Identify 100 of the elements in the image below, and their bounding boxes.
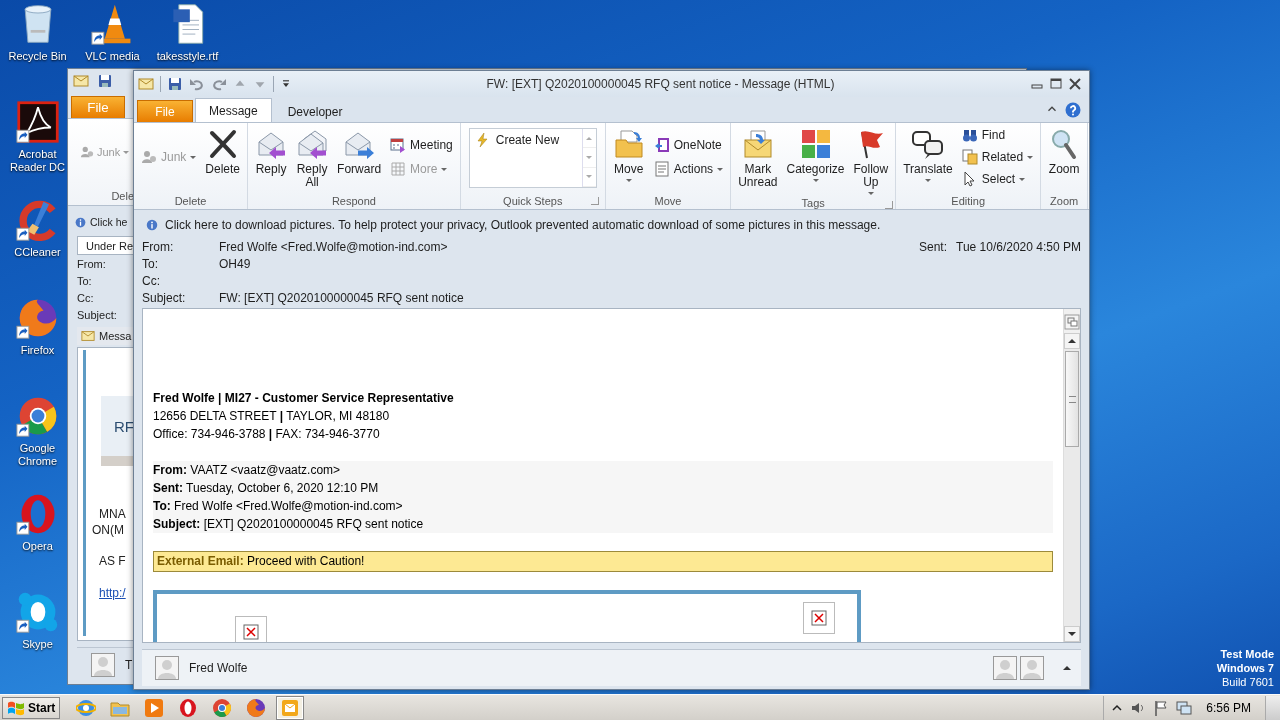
field-value: Tue 10/6/2020 4:50 PM [956,239,1081,254]
field-label: From: [142,239,175,254]
caret-icon [190,155,197,159]
window-title: FW: [EXT] Q2020100000045 RFQ sent notice - Message (HTML) [485,77,836,91]
caret-icon [867,192,874,195]
header-line: Subject: [EXT] Q2020100000045 RFQ sent notice [153,516,425,533]
flag-icon[interactable] [1154,700,1169,716]
signature-line: Fred Wolfe | MI27 - Customer Service Representative [153,390,455,407]
dialog-launcher-icon[interactable] [590,197,599,205]
info-text[interactable]: Click he [90,216,128,228]
ribbon-button[interactable]: OneNote [650,135,727,155]
envelope-icon [280,698,301,718]
ribbon-button[interactable]: Zoom [1045,126,1084,186]
ribbon-button[interactable]: Related [958,148,1037,166]
reading-pane-tab[interactable]: Messa [77,327,134,345]
caret-icon [625,179,632,182]
bubble-icon [15,590,60,634]
expand-icon[interactable] [1063,666,1071,670]
body-text: AS F [99,553,127,569]
field-label: Subject: [142,290,187,305]
group-label: Dele [111,190,134,202]
person-icon [80,145,94,159]
icon-label: takesstyle.rtf [155,50,220,63]
binoculars-icon [961,127,978,143]
scroll-thumb[interactable] [1065,351,1079,447]
link[interactable]: http:/ [99,586,126,600]
tab[interactable]: Developer [273,100,357,122]
squiggle-icon [15,100,60,144]
signature-line: 12656 DELTA STREET | TAYLOR, MI 48180 [153,408,391,425]
system-text: Build 7601 [1222,675,1274,689]
field-label: Cc: [142,273,161,288]
envelopes-arrow-icon [296,128,329,160]
maximize-icon[interactable] [1048,76,1064,92]
system-text: Windows 7 [1216,661,1274,675]
save-icon[interactable] [167,76,183,92]
caret-icon [1027,155,1034,159]
scroll-up-button[interactable] [1064,333,1080,349]
caret-icon [717,167,724,171]
signature-line: Office: 734-946-3788 | FAX: 734-946-3770 [153,426,381,443]
ribbon-button[interactable]: Delete [202,126,244,186]
person-icon [141,149,157,165]
avatar-icon [993,656,1017,680]
clock[interactable]: 6:56 PM [1206,701,1251,715]
contact-name: Fred Wolfe [189,661,248,675]
info-bar-text[interactable]: Click here to download pictures. To help protect your privacy, Outlook prevented automatic download of some pictures in this message. [165,218,881,232]
ribbon-button[interactable]: Reply All [293,126,332,191]
notebook-icon [653,137,670,153]
close-icon[interactable] [1067,76,1083,92]
field-label: From: [76,256,107,272]
icon-label: VLC media [84,50,141,63]
grid-icon [390,161,407,177]
group-label: Tags [801,197,825,209]
caret-icon [123,150,130,154]
scroll-down-button[interactable] [1064,626,1080,642]
icon-label: Firefox [19,344,56,357]
color-squares-icon [799,128,832,160]
group-label: Editing [951,195,985,207]
field-value: OH49 [219,256,251,271]
dialog-launcher-icon[interactable] [885,201,894,209]
taskbar-button[interactable] [276,696,305,720]
system-text: Test Mode [1220,647,1274,661]
speech-bubbles-icon [912,128,944,160]
ribbon-button[interactable]: Mark Unread [735,126,781,191]
caret-up-icon[interactable] [1112,703,1123,713]
documents-icon [961,149,978,165]
text-field[interactable]: Under Re [77,236,134,255]
group-label: Quick Steps [503,195,563,207]
avatar-icon [91,653,115,677]
envelope-icon [73,73,89,89]
ribbon-button[interactable]: Select [958,170,1037,188]
gallery-item[interactable]: Create New [469,129,565,151]
ribbon-button[interactable]: Move [609,126,648,186]
ribbon-button[interactable]: Actions [650,159,727,179]
windows-flag-icon [7,700,25,716]
ribbon-button[interactable]: Reply [252,126,291,186]
ribbon-button[interactable]: Meeting [387,135,456,155]
envelope-icon[interactable] [138,76,154,92]
ribbon-button[interactable]: Follow Up [850,126,892,197]
tab[interactable]: Message [195,98,272,122]
ribbon-button[interactable]: Categorize [783,126,848,186]
undo-icon[interactable] [189,76,205,92]
list-icon [653,161,670,177]
group-label: Respond [331,195,376,207]
caret-icon [441,167,448,171]
ribbon-button[interactable]: Translate [900,126,956,186]
folder-icon [612,128,645,160]
ribbon-button[interactable]: Find [958,126,1037,144]
header-line: From: VAATZ <vaatz@vaatz.com> [153,462,342,479]
help-icon[interactable] [1065,101,1081,118]
field-value: FW: [EXT] Q2020100000045 RFQ sent notice [219,290,464,305]
broken-image-icon [803,602,835,634]
show-desktop-button[interactable] [1265,696,1280,720]
network-icon[interactable] [1176,700,1193,716]
scrollbar[interactable] [1064,333,1080,642]
ribbon-button[interactable]: Forward [334,126,385,186]
caution-banner: External Email: Proceed with Caution! [153,551,1053,572]
caret-icon [925,179,931,182]
group-label: Zoom [1050,195,1079,207]
start-button[interactable]: Start [2,697,61,719]
field-label: Sent: [919,239,949,254]
